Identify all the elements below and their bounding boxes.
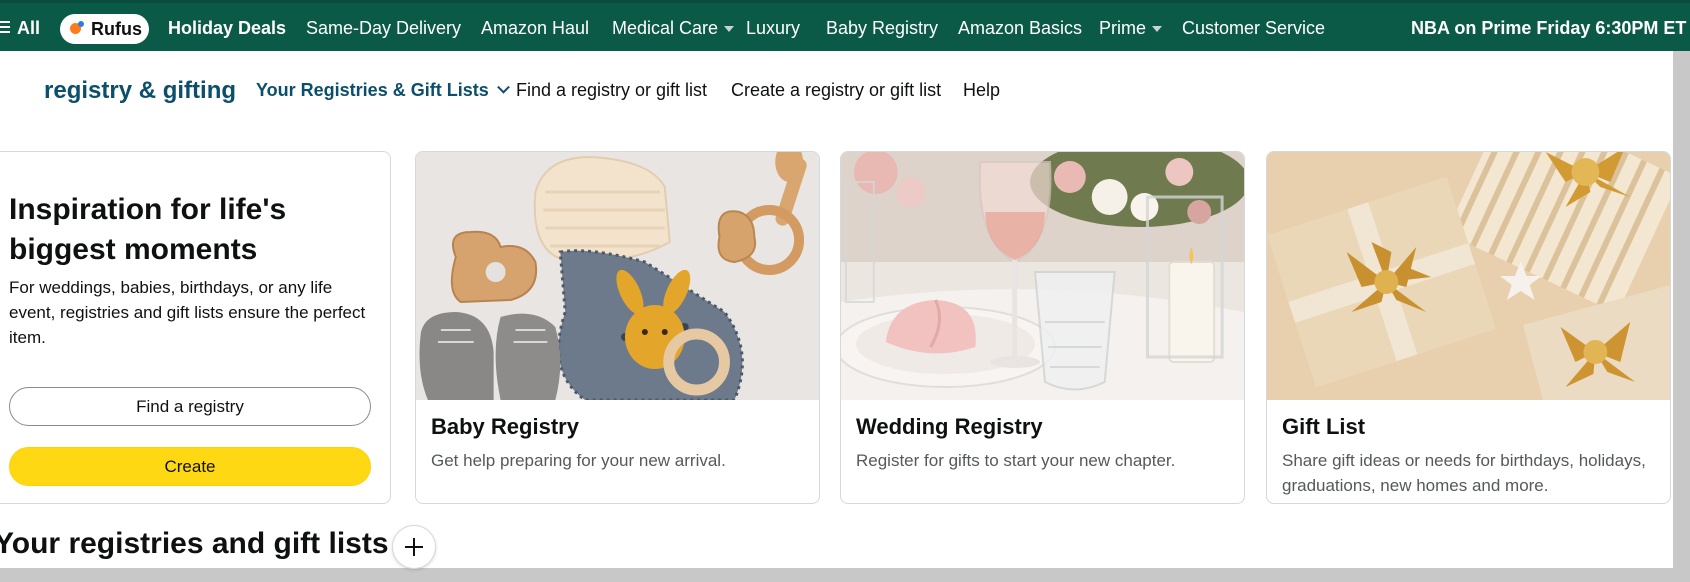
baby-registry-image xyxy=(416,152,819,400)
gift-list-image xyxy=(1267,152,1670,400)
baby-registry-card[interactable]: Baby Registry Get help preparing for you… xyxy=(415,151,820,504)
chevron-down-icon xyxy=(496,80,510,94)
intro-card: Inspiration for life's biggest moments F… xyxy=(0,151,391,504)
wedding-registry-image xyxy=(841,152,1244,400)
wedding-registry-desc: Register for gifts to start your new cha… xyxy=(856,451,1176,470)
intro-body: For weddings, babies, birthdays, or any … xyxy=(9,278,366,347)
nav-baby-registry[interactable]: Baby Registry xyxy=(826,15,938,41)
intro-title: Inspiration for life's biggest moments xyxy=(9,193,287,266)
create-button[interactable]: Create xyxy=(9,447,371,486)
page-content: registry & gifting Your Registries & Gif… xyxy=(0,51,1673,569)
baby-registry-title: Baby Registry xyxy=(431,414,579,439)
nav-same-day-delivery[interactable]: Same-Day Delivery xyxy=(306,15,461,41)
nav-amazon-basics[interactable]: Amazon Basics xyxy=(958,15,1082,41)
nav-holiday-deals[interactable]: Holiday Deals xyxy=(168,15,286,41)
help-link[interactable]: Help xyxy=(963,80,1000,101)
rufus-button[interactable]: Rufus xyxy=(60,14,149,44)
add-registry-button[interactable] xyxy=(392,525,436,569)
find-registry-link[interactable]: Find a registry or gift list xyxy=(516,80,707,101)
your-registries-heading: Your registries and gift lists xyxy=(0,527,389,560)
nav-medical-care[interactable]: Medical Care xyxy=(612,15,735,41)
wedding-registry-title: Wedding Registry xyxy=(856,414,1043,439)
your-registries-label: Your Registries & Gift Lists xyxy=(256,80,489,100)
gift-list-title: Gift List xyxy=(1282,414,1366,439)
registry-brand-link[interactable]: registry & gifting xyxy=(44,77,236,105)
create-registry-link[interactable]: Create a registry or gift list xyxy=(731,80,941,101)
nav-promo-link[interactable]: NBA on Prime Friday 6:30PM ET xyxy=(1411,15,1686,41)
rufus-icon xyxy=(70,21,86,37)
wedding-registry-card[interactable]: Wedding Registry Register for gifts to s… xyxy=(840,151,1245,504)
find-a-registry-button[interactable]: Find a registry xyxy=(9,387,371,426)
baby-registry-desc: Get help preparing for your new arrival. xyxy=(431,451,726,470)
your-registries-dropdown[interactable]: Your Registries & Gift Lists xyxy=(256,80,510,101)
nav-prime[interactable]: Prime xyxy=(1099,15,1163,41)
gift-list-card[interactable]: Gift List Share gift ideas or needs for … xyxy=(1266,151,1671,504)
gift-list-desc: Share gift ideas or needs for birthdays,… xyxy=(1282,451,1646,495)
chevron-down-icon xyxy=(1152,26,1163,33)
hamburger-menu-icon[interactable] xyxy=(0,21,12,35)
nav-prime-label: Prime xyxy=(1099,18,1147,38)
nav-customer-service[interactable]: Customer Service xyxy=(1182,15,1325,41)
chevron-down-icon xyxy=(724,26,735,33)
nav-luxury[interactable]: Luxury xyxy=(746,15,800,41)
rufus-label: Rufus xyxy=(91,19,142,39)
nav-medical-care-label: Medical Care xyxy=(612,18,719,38)
nav-all-button[interactable]: All xyxy=(17,15,40,41)
nav-amazon-haul[interactable]: Amazon Haul xyxy=(481,15,589,41)
top-navigation-bar: All Rufus Holiday Deals Same-Day Deliver… xyxy=(0,0,1690,51)
